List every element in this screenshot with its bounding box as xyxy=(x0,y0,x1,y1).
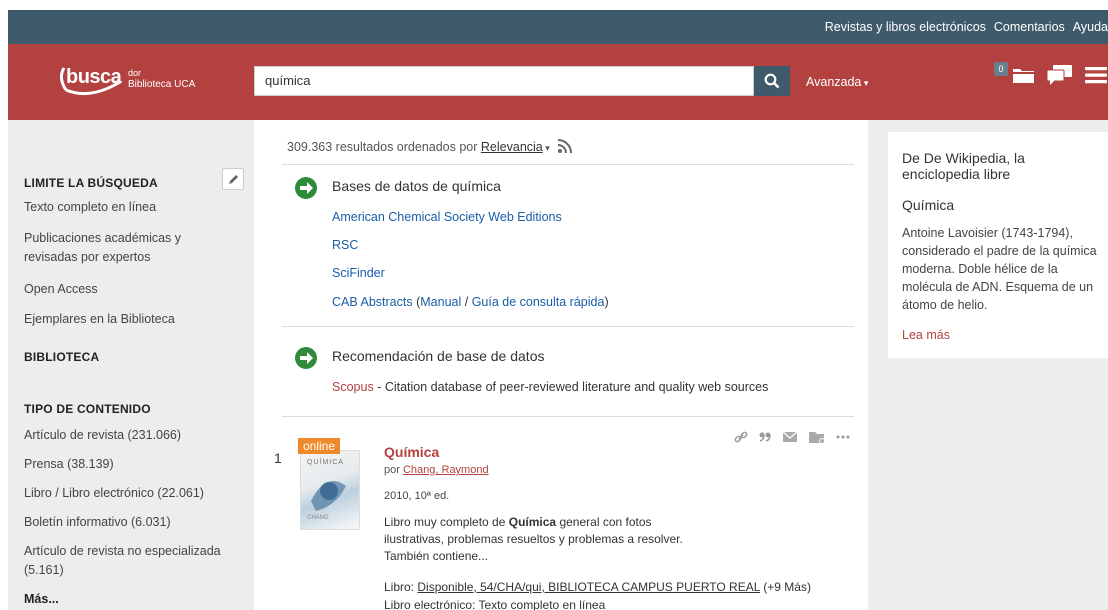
db-link-cab-row: CAB Abstracts (Manual / Guía de consulta… xyxy=(332,295,609,309)
sidebar: LIMITE LA BÚSQUEDA Texto completo en lín… xyxy=(8,120,246,610)
arrow-right-circle-icon xyxy=(295,177,317,199)
author-link[interactable]: Chang, Raymond xyxy=(403,464,489,476)
availability-link[interactable]: Disponible, 54/CHA/qui, BIBLIOTECA CAMPU… xyxy=(417,580,760,594)
chat-icon[interactable] xyxy=(1046,64,1074,86)
advanced-search-dropdown[interactable]: Avanzada ▾ xyxy=(806,75,868,89)
recommendation-title: Recomendación de base de datos xyxy=(332,348,545,364)
result-number: 1 xyxy=(274,450,282,466)
link-icon[interactable] xyxy=(734,430,748,444)
advanced-label: Avanzada xyxy=(806,75,862,89)
folder-count-badge: 0 xyxy=(994,62,1008,76)
quote-icon[interactable] xyxy=(758,430,772,444)
more-options-icon[interactable] xyxy=(836,434,850,440)
search-input[interactable]: química xyxy=(254,66,754,96)
pencil-icon xyxy=(228,174,238,184)
rss-icon[interactable] xyxy=(557,138,573,154)
avail-more[interactable]: (+9 Más) xyxy=(763,580,811,594)
sort-dropdown[interactable]: Relevancia xyxy=(481,140,543,154)
facet-press[interactable]: Prensa (38.139) xyxy=(24,455,114,474)
facet-newsletter[interactable]: Boletín informativo (6.031) xyxy=(24,513,171,532)
db-link-acs[interactable]: American Chemical Society Web Editions xyxy=(332,210,562,224)
db-link-scifinder[interactable]: SciFinder xyxy=(332,266,385,280)
filter-peer-reviewed[interactable]: Publicaciones académicas y revisadas por… xyxy=(24,229,224,267)
result-author-row: por Chang, Raymond xyxy=(384,464,489,476)
email-icon[interactable] xyxy=(782,431,798,443)
recommendation-row: Scopus - Citation database of peer-revie… xyxy=(332,380,768,394)
arrow-right-circle-icon xyxy=(295,347,317,369)
facet-book[interactable]: Libro / Libro electrónico (22.061) xyxy=(24,484,204,503)
search-button[interactable] xyxy=(754,66,790,96)
cab-manual-link[interactable]: Manual xyxy=(420,295,461,309)
wiki-read-more-link[interactable]: Lea más xyxy=(902,328,950,342)
edition-text: 2010, 10ª ed. xyxy=(384,490,450,502)
link-feedback[interactable]: Comentarios xyxy=(994,20,1065,34)
filter-open-access[interactable]: Open Access xyxy=(24,280,98,299)
availability-row: Libro: Disponible, 54/CHA/qui, BIBLIOTEC… xyxy=(384,580,811,594)
link-help[interactable]: Ayuda xyxy=(1073,20,1108,34)
search-icon xyxy=(764,73,780,89)
caret-down-icon: ▾ xyxy=(861,78,869,88)
avail-label: Libro: xyxy=(384,580,415,594)
ebook-row[interactable]: Libro electrónico: Texto completo en lín… xyxy=(384,598,605,610)
results-count: 309.363 resultados ordenados por Relevan… xyxy=(287,138,573,154)
menu-icon[interactable] xyxy=(1084,65,1108,85)
results-count-text: 309.363 resultados ordenados por xyxy=(287,140,478,154)
scopus-desc: - Citation database of peer-reviewed lit… xyxy=(377,380,769,394)
facet-magazine[interactable]: Artículo de revista no especializada (5.… xyxy=(24,542,239,580)
db-link-cab[interactable]: CAB Abstracts xyxy=(332,295,413,309)
result-description: Libro muy completo de Química general co… xyxy=(384,514,694,565)
result-title-link[interactable]: Química xyxy=(384,444,439,460)
scopus-link[interactable]: Scopus xyxy=(332,380,374,394)
divider xyxy=(282,416,854,417)
results-panel: 309.363 resultados ordenados por Relevan… xyxy=(254,120,868,610)
filter-full-text[interactable]: Texto completo en línea xyxy=(24,198,156,217)
library-heading[interactable]: BIBLIOTECA xyxy=(24,350,99,364)
cover-author: CHANG xyxy=(307,515,329,521)
wiki-text: Antoine Lavoisier (1743-1794), considera… xyxy=(902,226,1097,312)
book-cover[interactable]: QUÍMICA CHANG xyxy=(300,450,360,530)
filter-library-holdings[interactable]: Ejemplares en la Biblioteca xyxy=(24,310,175,329)
edit-limits-button[interactable] xyxy=(222,168,244,190)
online-badge: online xyxy=(298,438,341,454)
author-by: por xyxy=(384,464,400,476)
desc-pre: Libro muy completo de xyxy=(384,515,506,529)
folder-icon[interactable] xyxy=(1012,65,1036,85)
cab-separator: / xyxy=(464,295,469,309)
wikipedia-panel: De De Wikipedia, la enciclopedia libre Q… xyxy=(888,132,1108,358)
limit-heading: LIMITE LA BÚSQUEDA xyxy=(24,176,158,190)
add-to-folder-icon[interactable] xyxy=(808,430,826,444)
more-facets-link[interactable]: Más... xyxy=(24,590,59,609)
databases-title: Bases de datos de química xyxy=(332,178,501,194)
logo-text: busca xyxy=(66,66,122,88)
logo-sub: Biblioteca UCA xyxy=(128,79,196,90)
logo-suffix: dor xyxy=(128,68,142,78)
header-icons: 0 xyxy=(994,62,1108,86)
divider xyxy=(282,326,854,327)
wiki-source: De De Wikipedia, la enciclopedia libre xyxy=(902,150,1025,182)
link-ebooks[interactable]: Revistas y libros electrónicos xyxy=(825,20,986,34)
top-bar: Revistas y libros electrónicos Comentari… xyxy=(8,10,1108,44)
header: busca dor Biblioteca UCA química Avanzad… xyxy=(8,44,1108,120)
content-area: LIMITE LA BÚSQUEDA Texto completo en lín… xyxy=(8,120,1108,610)
db-link-rsc[interactable]: RSC xyxy=(332,238,358,252)
desc-bold: Química xyxy=(508,515,557,529)
app-frame: Revistas y libros electrónicos Comentari… xyxy=(8,10,1108,610)
facet-journal-article[interactable]: Artículo de revista (231.066) xyxy=(24,426,181,445)
wiki-title: Química xyxy=(902,197,955,213)
result-actions xyxy=(734,430,850,444)
content-type-heading: TIPO DE CONTENIDO xyxy=(24,402,151,416)
cab-paren-close: ) xyxy=(604,295,609,309)
cab-guide-link[interactable]: Guía de consulta rápida xyxy=(472,295,605,309)
sort-caret-icon: ▾ xyxy=(542,143,550,153)
divider xyxy=(282,164,854,165)
